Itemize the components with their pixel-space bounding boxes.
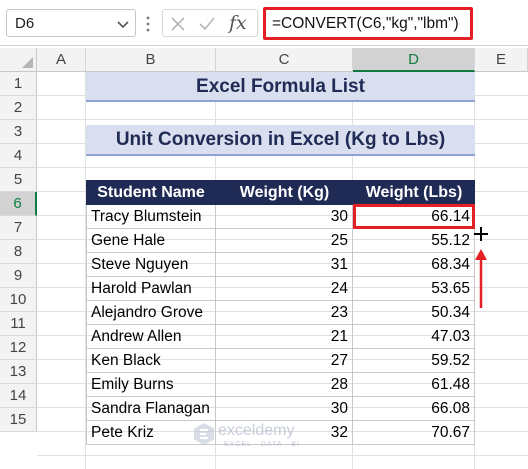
row-header-7[interactable]: 7 — [0, 216, 37, 240]
formula-text: =CONVERT(C6,"kg","lbm") — [272, 15, 459, 32]
weight-lbs-cell[interactable]: 47.03 — [353, 325, 475, 349]
weight-kg-cell[interactable]: 24 — [216, 277, 353, 301]
weight-lbs-cell[interactable]: 50.34 — [353, 301, 475, 325]
watermark-tagline: EXCEL · DATA · BI — [224, 441, 300, 448]
row-header-15[interactable]: 15 — [0, 408, 37, 432]
table-row: Andrew Allen 21 47.03 — [86, 325, 475, 349]
name-box-value: D6 — [15, 15, 35, 32]
select-all-button[interactable] — [0, 48, 37, 72]
row-header-5[interactable]: 5 — [0, 168, 37, 192]
formula-input[interactable]: =CONVERT(C6,"kg","lbm") — [263, 7, 473, 40]
weight-kg-cell[interactable]: 28 — [216, 373, 353, 397]
cancel-x-icon[interactable] — [169, 15, 187, 33]
subtitle-cell[interactable]: Unit Conversion in Excel (Kg to Lbs) — [86, 125, 475, 156]
row-header-13[interactable]: 13 — [0, 360, 37, 384]
fill-handle-plus-icon[interactable] — [474, 227, 488, 241]
column-header-b[interactable]: B — [86, 48, 216, 72]
column-header-d[interactable]: D — [353, 48, 475, 72]
row-header-9[interactable]: 9 — [0, 264, 37, 288]
table-row: Alejandro Grove 23 50.34 — [86, 301, 475, 325]
weight-lbs-cell[interactable]: 59.52 — [353, 349, 475, 373]
table-row: Harold Pawlan 24 53.65 — [86, 277, 475, 301]
table-row: Emily Burns 28 61.48 — [86, 373, 475, 397]
chevron-down-icon[interactable] — [115, 16, 131, 32]
weight-lbs-cell[interactable]: 68.34 — [353, 253, 475, 277]
exceldemy-watermark: exceldemy EXCEL · DATA · BI — [188, 416, 338, 452]
student-name-cell[interactable]: Emily Burns — [86, 373, 216, 397]
student-name-cell[interactable]: Harold Pawlan — [86, 277, 216, 301]
header-student-name[interactable]: Student Name — [86, 180, 216, 205]
weight-kg-cell[interactable]: 25 — [216, 229, 353, 253]
confirm-check-icon[interactable] — [198, 15, 216, 33]
grid-line — [37, 119, 528, 120]
weight-lbs-cell[interactable]: 53.65 — [353, 277, 475, 301]
weight-lbs-cell[interactable]: 70.67 — [353, 421, 475, 445]
weight-lbs-cell[interactable]: 55.12 — [353, 229, 475, 253]
row-header-12[interactable]: 12 — [0, 336, 37, 360]
table-header-row: Student Name Weight (Kg) Weight (Lbs) — [86, 180, 475, 205]
header-weight-kg[interactable]: Weight (Kg) — [216, 180, 353, 205]
formula-bar-area: D6 fx =CONVERT(C6,"kg","lbm") — [0, 0, 528, 46]
active-cell-d6[interactable] — [353, 204, 475, 229]
row-header-1[interactable]: 1 — [0, 72, 37, 96]
weight-kg-cell[interactable]: 30 — [216, 205, 353, 229]
name-box[interactable]: D6 — [6, 9, 136, 37]
formula-controls: fx — [162, 9, 258, 37]
column-header-c[interactable]: C — [216, 48, 353, 72]
header-weight-lbs[interactable]: Weight (Lbs) — [353, 180, 475, 205]
row-header-2[interactable]: 2 — [0, 96, 37, 120]
student-name-cell[interactable]: Ken Black — [86, 349, 216, 373]
insert-function-button[interactable]: fx — [229, 12, 247, 34]
table-row: Steve Nguyen 31 68.34 — [86, 253, 475, 277]
row-header-3[interactable]: 3 — [0, 120, 37, 144]
student-name-cell[interactable]: Steve Nguyen — [86, 253, 216, 277]
row-header-6[interactable]: 6 — [0, 192, 37, 216]
student-name-cell[interactable]: Tracy Blumstein — [86, 205, 216, 229]
weight-kg-cell[interactable]: 31 — [216, 253, 353, 277]
more-vert-icon[interactable] — [146, 15, 150, 33]
weight-kg-cell[interactable]: 27 — [216, 349, 353, 373]
watermark-name: exceldemy — [218, 422, 295, 439]
column-header-e[interactable]: E — [475, 48, 528, 72]
weight-lbs-cell[interactable]: 61.48 — [353, 373, 475, 397]
row-header-8[interactable]: 8 — [0, 240, 37, 264]
up-arrow-icon — [475, 249, 487, 308]
weight-kg-cell[interactable]: 23 — [216, 301, 353, 325]
row-header-11[interactable]: 11 — [0, 312, 37, 336]
table-row: Ken Black 27 59.52 — [86, 349, 475, 373]
row-header-10[interactable]: 10 — [0, 288, 37, 312]
grid-line — [37, 455, 528, 456]
student-name-cell[interactable]: Gene Hale — [86, 229, 216, 253]
exceldemy-logo-icon — [194, 423, 214, 445]
column-header-a[interactable]: A — [37, 48, 86, 72]
weight-kg-cell[interactable]: 21 — [216, 325, 353, 349]
grid-line — [37, 167, 528, 168]
main-title-cell[interactable]: Excel Formula List — [86, 72, 475, 102]
row-header-14[interactable]: 14 — [0, 384, 37, 408]
student-name-cell[interactable]: Alejandro Grove — [86, 301, 216, 325]
table-row: Gene Hale 25 55.12 — [86, 229, 475, 253]
weight-lbs-cell[interactable]: 66.08 — [353, 397, 475, 421]
student-name-cell[interactable]: Andrew Allen — [86, 325, 216, 349]
row-header-4[interactable]: 4 — [0, 144, 37, 168]
